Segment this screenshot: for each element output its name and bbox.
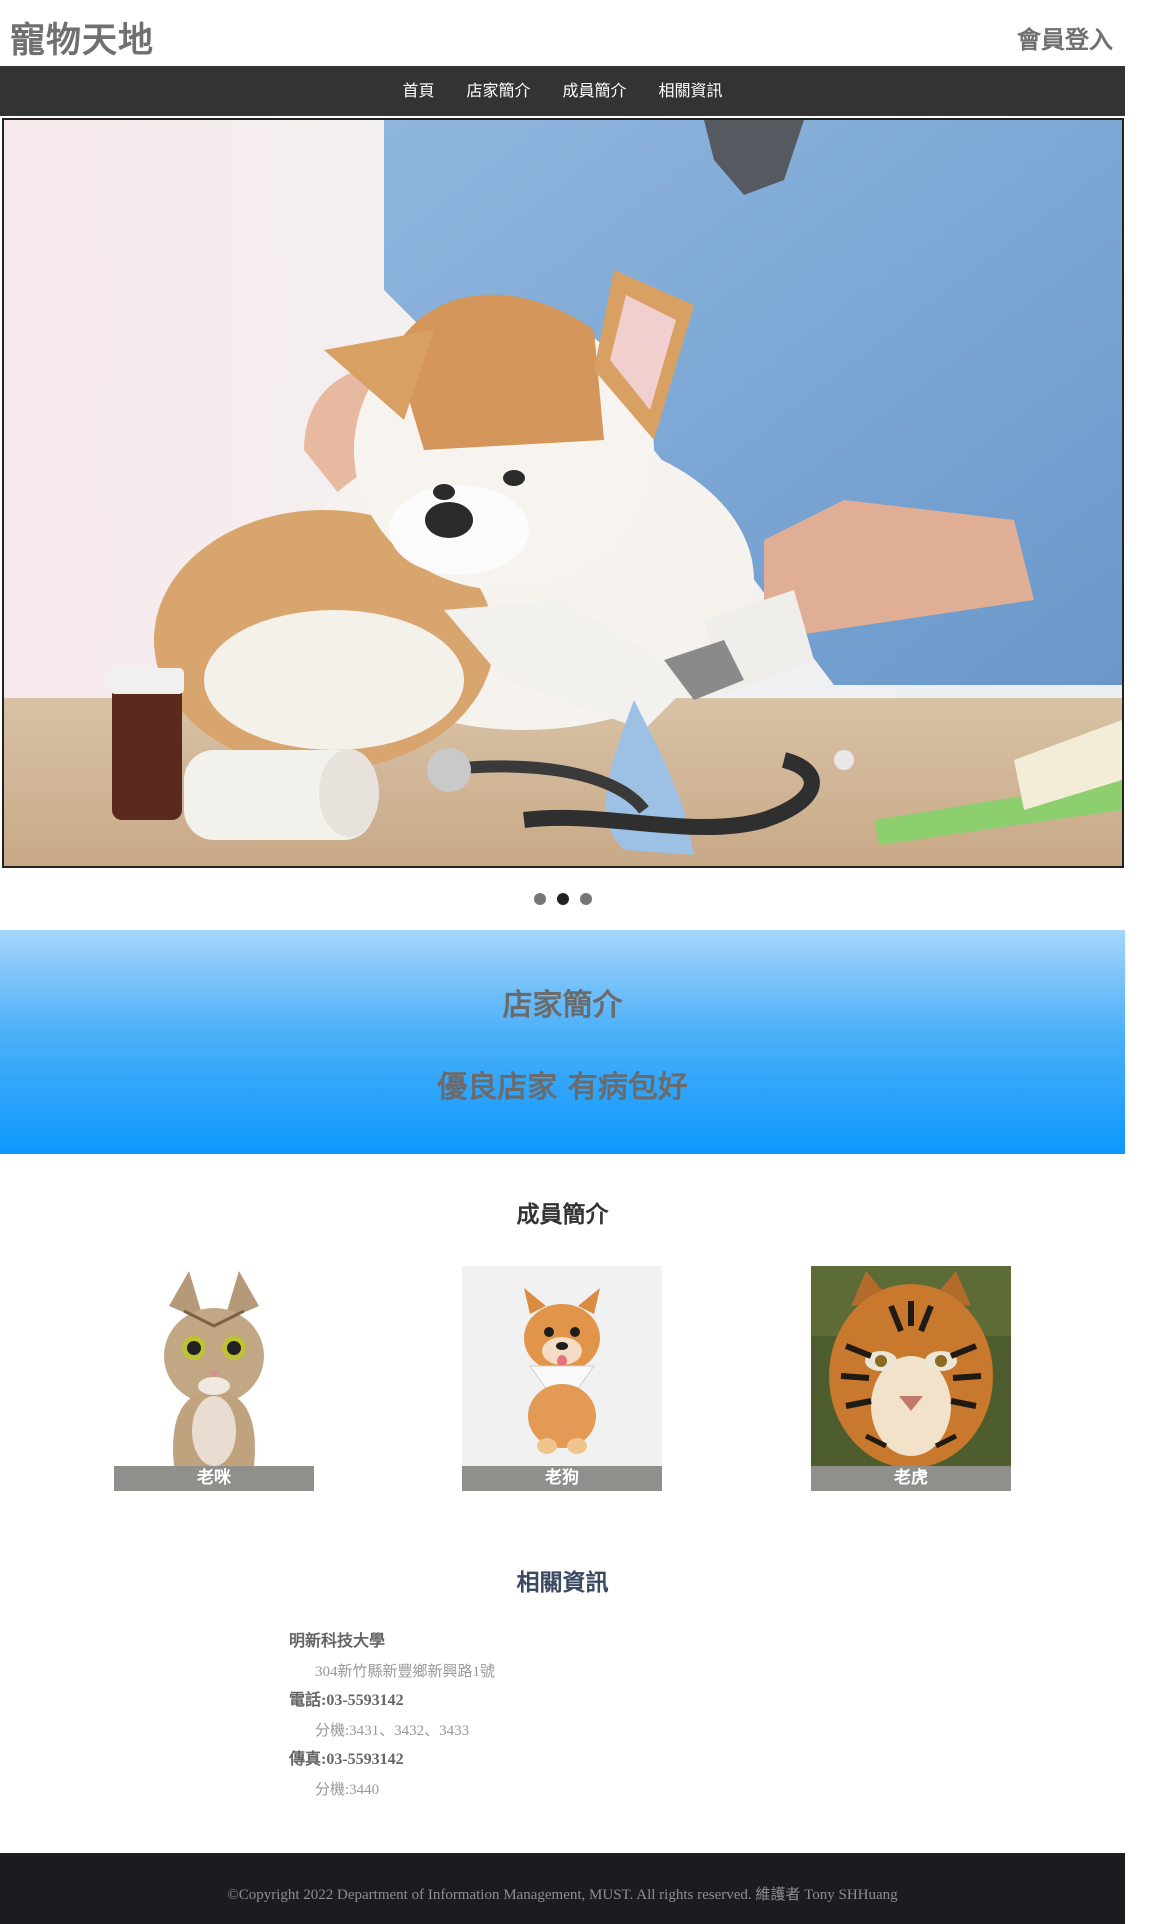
tiger-photo [811,1266,1011,1466]
page: 寵物天地 會員登入 首頁 店家簡介 成員簡介 相關資訊 店家簡介 優良店家 有病… [0,0,1125,1924]
nav-item-info[interactable]: 相關資訊 [643,66,739,116]
main-nav: 首頁 店家簡介 成員簡介 相關資訊 [0,66,1125,116]
member-card-cat[interactable]: 老咪 [114,1266,314,1491]
cat-icon [114,1266,314,1466]
member-login-link[interactable]: 會員登入 [1017,20,1113,55]
footer-copyright: ©Copyright 2022 Department of Informatio… [227,1887,898,1903]
store-intro-slogan: 優良店家 有病包好 [437,1070,688,1105]
member-label-dog: 老狗 [462,1466,662,1491]
member-card-tiger[interactable]: 老虎 [811,1266,1011,1491]
fax-number: 傳真:03-5593142 [289,1751,404,1768]
cat-photo [114,1266,314,1466]
carousel-dot-1[interactable] [533,893,546,905]
hero-carousel-image[interactable] [2,118,1124,868]
carousel-dot-2[interactable] [556,893,569,905]
phone-extensions: 分機:3431、3432、3433 [315,1723,470,1739]
nav-item-home[interactable]: 首頁 [386,66,450,116]
school-name: 明新科技大學 [289,1633,386,1650]
tiger-icon [811,1266,1011,1466]
header: 寵物天地 會員登入 [0,0,1125,66]
dog-icon [462,1266,662,1466]
carousel-dot-3[interactable] [579,893,592,905]
carousel-indicators [0,893,1125,905]
contact-info: 明新科技大學 304新竹縣新豐鄉新興路1號 電話:03-5593142 分機:3… [289,1630,495,1807]
member-label-tiger: 老虎 [811,1466,1011,1491]
fax-extension: 分機:3440 [315,1782,380,1798]
store-intro-banner: 店家簡介 優良店家 有病包好 [0,930,1125,1154]
footer: ©Copyright 2022 Department of Informatio… [0,1853,1125,1924]
info-section-title: 相關資訊 [516,1570,609,1596]
dog-photo [462,1266,662,1466]
school-address: 304新竹縣新豐鄉新興路1號 [315,1664,496,1680]
phone-number: 電話:03-5593142 [289,1692,404,1709]
member-card-dog[interactable]: 老狗 [462,1266,662,1491]
members-section-title: 成員簡介 [516,1202,609,1228]
nav-item-members[interactable]: 成員簡介 [547,66,643,116]
member-label-cat: 老咪 [114,1466,314,1491]
corgi-vet-illustration [4,120,1122,866]
store-intro-title: 店家簡介 [502,988,623,1023]
site-brand[interactable]: 寵物天地 [10,12,154,63]
nav-item-store-intro[interactable]: 店家簡介 [450,66,546,116]
